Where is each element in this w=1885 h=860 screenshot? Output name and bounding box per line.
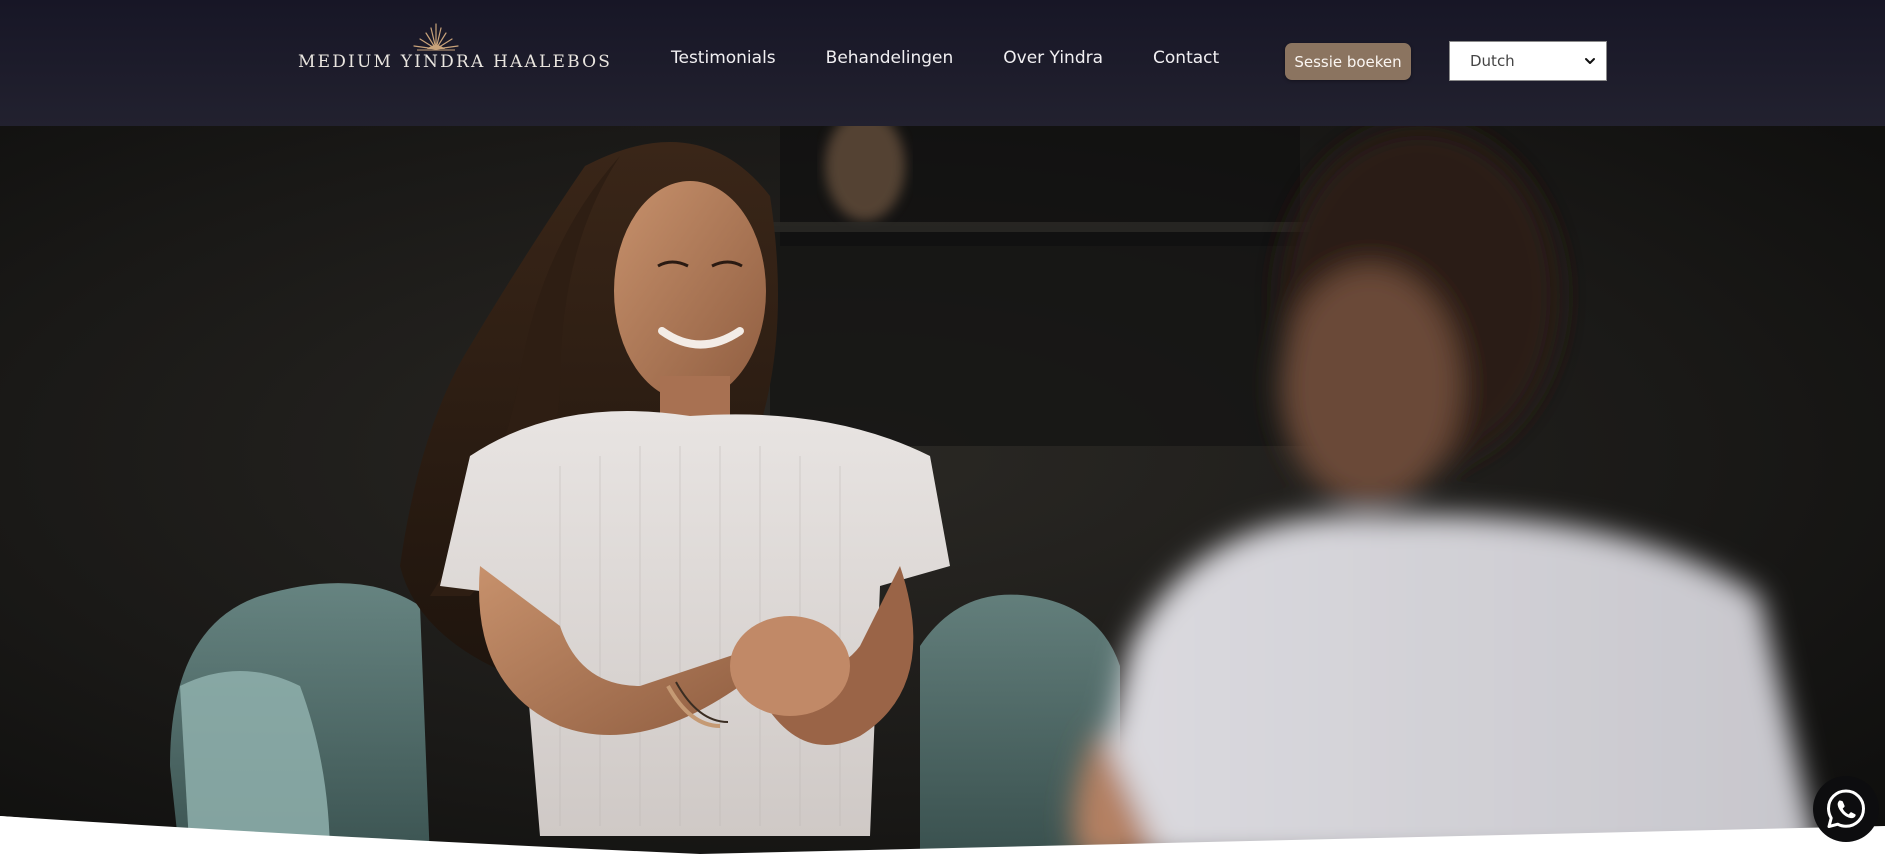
chevron-down-icon	[1585, 58, 1595, 64]
nav-item-testimonials[interactable]: Testimonials	[671, 48, 776, 68]
site-logo[interactable]: MEDIUM YINDRA HAALEBOS	[298, 22, 613, 78]
site-header: MEDIUM YINDRA HAALEBOS Testimonials Beha…	[0, 0, 1885, 126]
book-session-button[interactable]: Sessie boeken	[1285, 43, 1411, 80]
nav-item-behandelingen[interactable]: Behandelingen	[826, 48, 954, 68]
language-select[interactable]: Dutch	[1449, 41, 1607, 81]
hero-section	[0, 126, 1885, 860]
lotus-icon	[413, 23, 459, 51]
page: MEDIUM YINDRA HAALEBOS Testimonials Beha…	[0, 0, 1885, 860]
whatsapp-icon	[1827, 789, 1865, 828]
nav-item-over-yindra[interactable]: Over Yindra	[1003, 48, 1103, 68]
whatsapp-button[interactable]	[1813, 776, 1879, 842]
nav-item-contact[interactable]: Contact	[1153, 48, 1219, 68]
main-nav: Testimonials Behandelingen Over Yindra C…	[671, 48, 1219, 68]
language-select-value: Dutch	[1470, 52, 1515, 70]
brand-name: MEDIUM YINDRA HAALEBOS	[298, 52, 613, 72]
hero-photo	[0, 126, 1885, 860]
